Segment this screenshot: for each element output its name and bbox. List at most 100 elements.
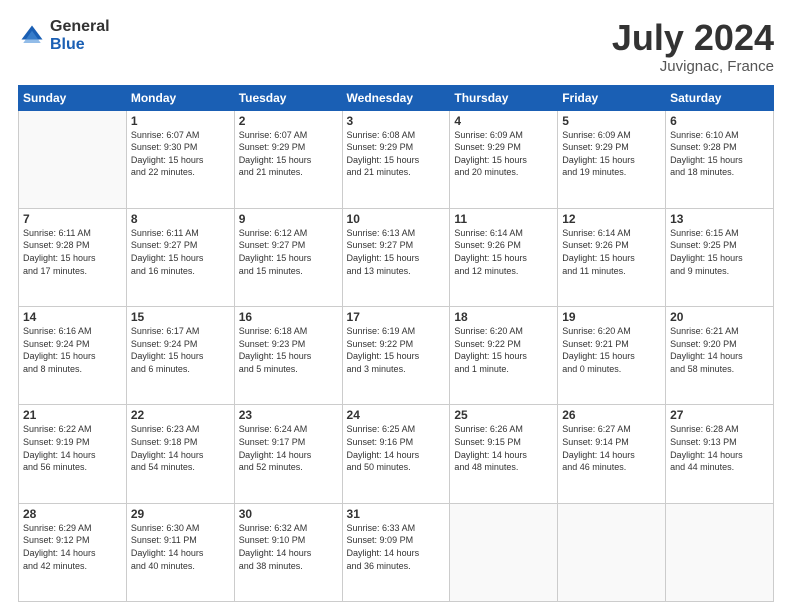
calendar-cell: 1Sunrise: 6:07 AM Sunset: 9:30 PM Daylig… — [126, 110, 234, 208]
weekday-header: Thursday — [450, 85, 558, 110]
logo-blue: Blue — [50, 36, 110, 54]
day-number: 29 — [131, 507, 230, 521]
calendar-cell: 26Sunrise: 6:27 AM Sunset: 9:14 PM Dayli… — [558, 405, 666, 503]
day-number: 31 — [347, 507, 446, 521]
calendar-cell: 10Sunrise: 6:13 AM Sunset: 9:27 PM Dayli… — [342, 208, 450, 306]
day-info: Sunrise: 6:21 AM Sunset: 9:20 PM Dayligh… — [670, 325, 769, 375]
day-number: 11 — [454, 212, 553, 226]
weekday-header: Tuesday — [234, 85, 342, 110]
calendar: SundayMondayTuesdayWednesdayThursdayFrid… — [18, 85, 774, 602]
logo-icon — [18, 22, 46, 50]
calendar-cell: 8Sunrise: 6:11 AM Sunset: 9:27 PM Daylig… — [126, 208, 234, 306]
calendar-cell: 20Sunrise: 6:21 AM Sunset: 9:20 PM Dayli… — [666, 307, 774, 405]
logo-text: General Blue — [50, 18, 110, 53]
weekday-header: Saturday — [666, 85, 774, 110]
day-number: 30 — [239, 507, 338, 521]
day-number: 6 — [670, 114, 769, 128]
calendar-cell: 9Sunrise: 6:12 AM Sunset: 9:27 PM Daylig… — [234, 208, 342, 306]
day-info: Sunrise: 6:12 AM Sunset: 9:27 PM Dayligh… — [239, 227, 338, 277]
calendar-cell: 12Sunrise: 6:14 AM Sunset: 9:26 PM Dayli… — [558, 208, 666, 306]
day-info: Sunrise: 6:19 AM Sunset: 9:22 PM Dayligh… — [347, 325, 446, 375]
day-info: Sunrise: 6:22 AM Sunset: 9:19 PM Dayligh… — [23, 423, 122, 473]
day-info: Sunrise: 6:26 AM Sunset: 9:15 PM Dayligh… — [454, 423, 553, 473]
calendar-cell: 2Sunrise: 6:07 AM Sunset: 9:29 PM Daylig… — [234, 110, 342, 208]
day-number: 5 — [562, 114, 661, 128]
logo-general: General — [50, 18, 110, 36]
logo: General Blue — [18, 18, 110, 53]
day-info: Sunrise: 6:13 AM Sunset: 9:27 PM Dayligh… — [347, 227, 446, 277]
day-number: 24 — [347, 408, 446, 422]
calendar-cell: 31Sunrise: 6:33 AM Sunset: 9:09 PM Dayli… — [342, 503, 450, 601]
weekday-header: Sunday — [19, 85, 127, 110]
day-info: Sunrise: 6:11 AM Sunset: 9:27 PM Dayligh… — [131, 227, 230, 277]
day-info: Sunrise: 6:15 AM Sunset: 9:25 PM Dayligh… — [670, 227, 769, 277]
calendar-cell — [450, 503, 558, 601]
day-number: 25 — [454, 408, 553, 422]
day-number: 17 — [347, 310, 446, 324]
day-info: Sunrise: 6:09 AM Sunset: 9:29 PM Dayligh… — [562, 129, 661, 179]
day-number: 16 — [239, 310, 338, 324]
calendar-cell: 15Sunrise: 6:17 AM Sunset: 9:24 PM Dayli… — [126, 307, 234, 405]
calendar-week-row: 14Sunrise: 6:16 AM Sunset: 9:24 PM Dayli… — [19, 307, 774, 405]
day-number: 3 — [347, 114, 446, 128]
calendar-cell — [558, 503, 666, 601]
calendar-cell: 25Sunrise: 6:26 AM Sunset: 9:15 PM Dayli… — [450, 405, 558, 503]
calendar-cell: 11Sunrise: 6:14 AM Sunset: 9:26 PM Dayli… — [450, 208, 558, 306]
day-number: 4 — [454, 114, 553, 128]
day-info: Sunrise: 6:18 AM Sunset: 9:23 PM Dayligh… — [239, 325, 338, 375]
day-info: Sunrise: 6:07 AM Sunset: 9:29 PM Dayligh… — [239, 129, 338, 179]
day-number: 18 — [454, 310, 553, 324]
calendar-week-row: 28Sunrise: 6:29 AM Sunset: 9:12 PM Dayli… — [19, 503, 774, 601]
day-info: Sunrise: 6:14 AM Sunset: 9:26 PM Dayligh… — [562, 227, 661, 277]
calendar-week-row: 21Sunrise: 6:22 AM Sunset: 9:19 PM Dayli… — [19, 405, 774, 503]
weekday-header: Monday — [126, 85, 234, 110]
weekday-header: Friday — [558, 85, 666, 110]
day-info: Sunrise: 6:20 AM Sunset: 9:21 PM Dayligh… — [562, 325, 661, 375]
day-number: 27 — [670, 408, 769, 422]
day-number: 15 — [131, 310, 230, 324]
day-info: Sunrise: 6:09 AM Sunset: 9:29 PM Dayligh… — [454, 129, 553, 179]
day-info: Sunrise: 6:25 AM Sunset: 9:16 PM Dayligh… — [347, 423, 446, 473]
calendar-cell: 17Sunrise: 6:19 AM Sunset: 9:22 PM Dayli… — [342, 307, 450, 405]
day-info: Sunrise: 6:11 AM Sunset: 9:28 PM Dayligh… — [23, 227, 122, 277]
title-block: July 2024 Juvignac, France — [612, 18, 774, 75]
day-info: Sunrise: 6:32 AM Sunset: 9:10 PM Dayligh… — [239, 522, 338, 572]
calendar-week-row: 7Sunrise: 6:11 AM Sunset: 9:28 PM Daylig… — [19, 208, 774, 306]
day-info: Sunrise: 6:30 AM Sunset: 9:11 PM Dayligh… — [131, 522, 230, 572]
day-number: 20 — [670, 310, 769, 324]
day-number: 7 — [23, 212, 122, 226]
header: General Blue July 2024 Juvignac, France — [18, 18, 774, 75]
day-number: 9 — [239, 212, 338, 226]
day-number: 10 — [347, 212, 446, 226]
calendar-cell: 14Sunrise: 6:16 AM Sunset: 9:24 PM Dayli… — [19, 307, 127, 405]
weekday-header: Wednesday — [342, 85, 450, 110]
calendar-cell: 3Sunrise: 6:08 AM Sunset: 9:29 PM Daylig… — [342, 110, 450, 208]
day-info: Sunrise: 6:33 AM Sunset: 9:09 PM Dayligh… — [347, 522, 446, 572]
day-number: 1 — [131, 114, 230, 128]
calendar-cell: 16Sunrise: 6:18 AM Sunset: 9:23 PM Dayli… — [234, 307, 342, 405]
calendar-cell: 5Sunrise: 6:09 AM Sunset: 9:29 PM Daylig… — [558, 110, 666, 208]
day-info: Sunrise: 6:29 AM Sunset: 9:12 PM Dayligh… — [23, 522, 122, 572]
calendar-cell: 27Sunrise: 6:28 AM Sunset: 9:13 PM Dayli… — [666, 405, 774, 503]
day-info: Sunrise: 6:23 AM Sunset: 9:18 PM Dayligh… — [131, 423, 230, 473]
calendar-cell: 22Sunrise: 6:23 AM Sunset: 9:18 PM Dayli… — [126, 405, 234, 503]
calendar-cell: 30Sunrise: 6:32 AM Sunset: 9:10 PM Dayli… — [234, 503, 342, 601]
weekday-header-row: SundayMondayTuesdayWednesdayThursdayFrid… — [19, 85, 774, 110]
calendar-cell: 23Sunrise: 6:24 AM Sunset: 9:17 PM Dayli… — [234, 405, 342, 503]
day-info: Sunrise: 6:24 AM Sunset: 9:17 PM Dayligh… — [239, 423, 338, 473]
day-info: Sunrise: 6:07 AM Sunset: 9:30 PM Dayligh… — [131, 129, 230, 179]
day-number: 22 — [131, 408, 230, 422]
calendar-cell: 18Sunrise: 6:20 AM Sunset: 9:22 PM Dayli… — [450, 307, 558, 405]
calendar-cell: 19Sunrise: 6:20 AM Sunset: 9:21 PM Dayli… — [558, 307, 666, 405]
calendar-week-row: 1Sunrise: 6:07 AM Sunset: 9:30 PM Daylig… — [19, 110, 774, 208]
calendar-cell: 13Sunrise: 6:15 AM Sunset: 9:25 PM Dayli… — [666, 208, 774, 306]
day-info: Sunrise: 6:27 AM Sunset: 9:14 PM Dayligh… — [562, 423, 661, 473]
day-info: Sunrise: 6:08 AM Sunset: 9:29 PM Dayligh… — [347, 129, 446, 179]
title-location: Juvignac, France — [612, 58, 774, 75]
day-info: Sunrise: 6:17 AM Sunset: 9:24 PM Dayligh… — [131, 325, 230, 375]
calendar-cell — [19, 110, 127, 208]
page: General Blue July 2024 Juvignac, France … — [0, 0, 792, 612]
calendar-cell: 7Sunrise: 6:11 AM Sunset: 9:28 PM Daylig… — [19, 208, 127, 306]
day-number: 8 — [131, 212, 230, 226]
calendar-cell: 28Sunrise: 6:29 AM Sunset: 9:12 PM Dayli… — [19, 503, 127, 601]
